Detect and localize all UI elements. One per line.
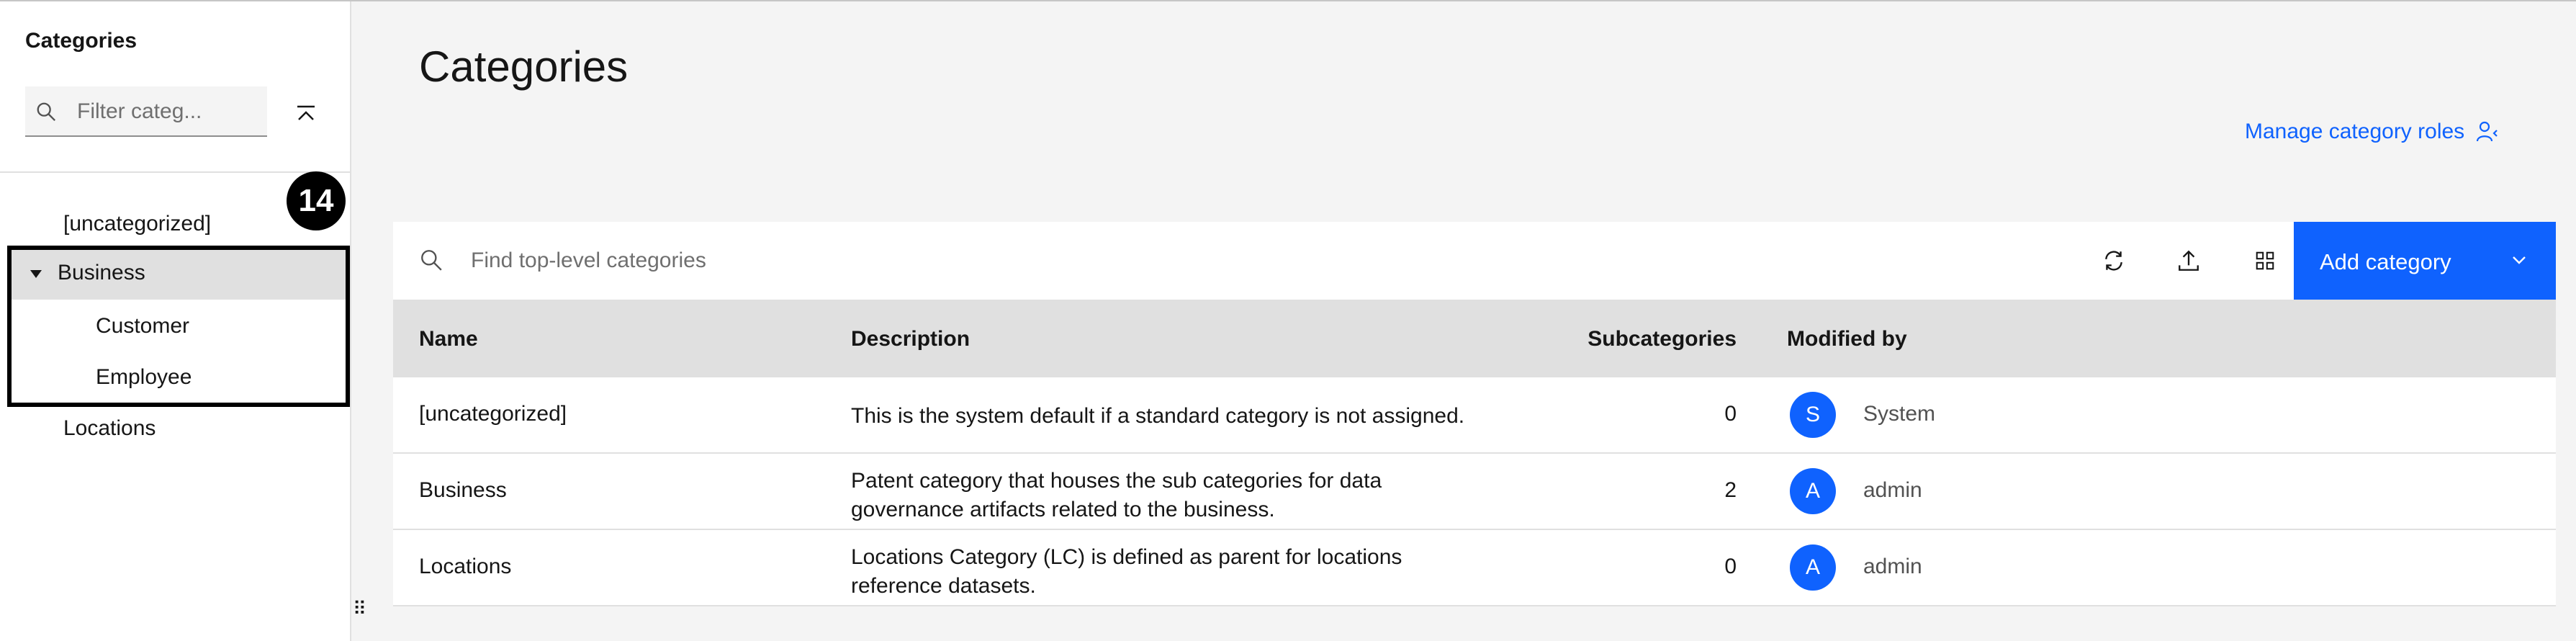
category-filter[interactable]: [25, 86, 267, 137]
column-header-description[interactable]: Description: [851, 327, 970, 351]
sidebar-title: Categories: [25, 29, 138, 53]
refresh-icon: [2105, 251, 2122, 271]
row-subcategories: 0: [1724, 555, 1737, 578]
upload-icon: [2179, 250, 2199, 271]
add-category-button[interactable]: Add category: [2294, 222, 2556, 300]
row-subcategories: 0: [1724, 402, 1737, 426]
top-border: [0, 0, 2576, 1]
avatar: A: [1790, 468, 1836, 514]
add-category-label: Add category: [2320, 249, 2451, 274]
column-header-modified-by[interactable]: Modified by: [1787, 327, 1907, 351]
row-subcategories: 2: [1724, 478, 1737, 502]
row-modified-by: System: [1863, 402, 1936, 426]
manage-category-roles-link[interactable]: Manage category roles: [2245, 120, 2499, 144]
row-name[interactable]: [uncategorized]: [419, 402, 567, 426]
row-modified-by: admin: [1863, 478, 1922, 502]
row-modified-by: admin: [1863, 555, 1922, 578]
column-header-name[interactable]: Name: [419, 327, 478, 351]
search-icon: [421, 250, 442, 271]
tree-item-uncategorized[interactable]: [uncategorized]: [63, 212, 211, 236]
description-line: Locations Category (LC) is defined as pa…: [851, 545, 1402, 569]
column-header-subcategories[interactable]: Subcategories: [1420, 327, 1737, 351]
find-categories-input[interactable]: [469, 242, 1840, 279]
categories-toolbar: Add category: [393, 222, 2556, 300]
categories-table: Name Description Subcategories Modified …: [393, 300, 2556, 606]
tree-item-locations[interactable]: Locations: [63, 416, 156, 441]
avatar: S: [1790, 392, 1836, 438]
step-number-badge: 14: [287, 171, 346, 230]
table-header: Name Description Subcategories Modified …: [393, 300, 2556, 377]
row-name[interactable]: Business: [419, 478, 507, 503]
upload-button[interactable]: [2171, 243, 2206, 278]
table-row[interactable]: Locations Locations Category (LC) is def…: [393, 530, 2556, 606]
filter-categories-input[interactable]: [76, 95, 258, 128]
description-line: Patent category that houses the sub cate…: [851, 469, 1382, 493]
refresh-button[interactable]: [2097, 243, 2131, 278]
row-name[interactable]: Locations: [419, 555, 511, 579]
search-icon: [37, 102, 56, 122]
drag-handle-icon[interactable]: ⠿: [353, 598, 366, 620]
row-description: This is the system default if a standard…: [851, 402, 1499, 431]
grid-view-icon: [2256, 251, 2274, 270]
collapse-all-icon: [297, 105, 315, 120]
highlight-annotation-box: [7, 246, 350, 407]
chevron-down-icon[interactable]: [2510, 251, 2528, 269]
table-row[interactable]: [uncategorized] This is the system defau…: [393, 377, 2556, 454]
row-description: Locations Category (LC) is defined as pa…: [851, 543, 1499, 601]
description-line: governance artifacts related to the busi…: [851, 498, 1275, 521]
grid-view-button[interactable]: [2248, 243, 2282, 278]
user-role-icon: [2477, 121, 2498, 142]
manage-roles-label: Manage category roles: [2245, 120, 2465, 143]
description-line: reference datasets.: [851, 574, 1036, 598]
table-row[interactable]: Business Patent category that houses the…: [393, 454, 2556, 530]
description-line: This is the system default if a standard…: [851, 404, 1465, 428]
page-title: Categories: [419, 42, 629, 91]
collapse-all-button[interactable]: [288, 97, 324, 133]
sidebar-divider: [0, 171, 350, 173]
avatar: A: [1790, 544, 1836, 591]
category-sidebar: Categories [uncategorized] Business Cust…: [0, 1, 351, 641]
row-description: Patent category that houses the sub cate…: [851, 467, 1499, 524]
